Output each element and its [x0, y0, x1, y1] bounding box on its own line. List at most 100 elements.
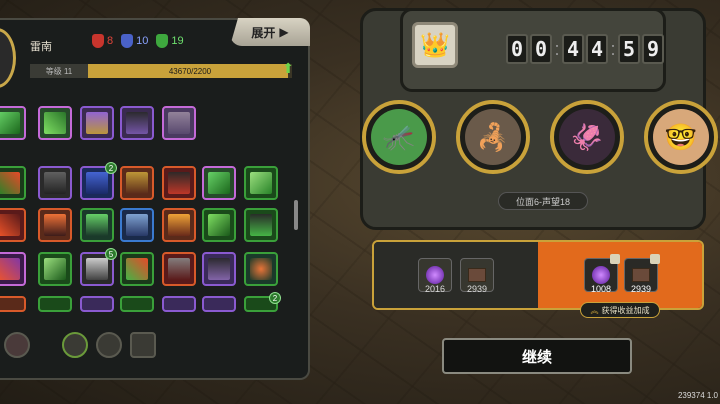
- skill-icon: [208, 214, 230, 236]
- bonus-label: 获得收益加成: [601, 305, 650, 315]
- skill-tile[interactable]: [80, 208, 114, 242]
- level-label: 等级 11: [30, 64, 88, 78]
- skill-tile[interactable]: [162, 208, 196, 242]
- skill-tile[interactable]: [120, 106, 154, 140]
- skill-icon: [44, 258, 66, 280]
- skill-tile[interactable]: [80, 296, 114, 312]
- skill-tile[interactable]: [0, 106, 26, 140]
- book-shape: [632, 268, 650, 282]
- skill-tile[interactable]: [162, 252, 196, 286]
- faction-counts: 8 10 19: [92, 34, 184, 48]
- skill-tile[interactable]: [0, 296, 26, 312]
- skill-icon: [126, 214, 148, 236]
- skill-tile[interactable]: [0, 208, 26, 242]
- champion-slot[interactable]: 🦂: [456, 100, 530, 174]
- skill-icon: [0, 112, 20, 134]
- skill-tile[interactable]: [244, 166, 278, 200]
- skill-icon: [168, 112, 190, 134]
- skill-tile[interactable]: [244, 208, 278, 242]
- skill-tile[interactable]: [202, 208, 236, 242]
- scroll-icon[interactable]: [130, 332, 156, 358]
- book-shape: [468, 268, 486, 282]
- mosquito-champion-icon: 🦟: [371, 109, 427, 165]
- skill-icon: [208, 172, 230, 194]
- skill-tile[interactable]: [38, 106, 72, 140]
- reward-value: 2016: [424, 284, 446, 294]
- version-label: 239374 1.0: [677, 391, 718, 400]
- item-icon[interactable]: [96, 332, 122, 358]
- skill-tile[interactable]: [38, 296, 72, 312]
- skill-tile[interactable]: [120, 252, 154, 286]
- skill-icon: [126, 172, 148, 194]
- item-icon[interactable]: [62, 332, 88, 358]
- countdown-timer: 0 0 : 4 4 : 5 9: [506, 34, 664, 64]
- skill-tile[interactable]: [202, 296, 236, 312]
- timer-digit: 9: [642, 34, 664, 64]
- red-count-value: 8: [107, 35, 114, 47]
- skill-icon: [86, 258, 108, 280]
- skill-tile[interactable]: [38, 208, 72, 242]
- timer-colon: :: [610, 38, 616, 59]
- skill-tile[interactable]: [38, 166, 72, 200]
- timer-digit: 4: [586, 34, 608, 64]
- timer-digit: 0: [506, 34, 528, 64]
- skill-icon: [86, 214, 108, 236]
- champion-slot[interactable]: 🦟: [362, 100, 436, 174]
- skill-icon: [44, 112, 66, 134]
- skill-tile[interactable]: 5: [80, 248, 117, 286]
- champion-slot[interactable]: 🤓: [644, 100, 718, 174]
- relic-icon[interactable]: [4, 332, 30, 358]
- reward-value: 2939: [466, 284, 488, 294]
- skill-icon: [250, 214, 272, 236]
- timer-digit: 0: [530, 34, 552, 64]
- position-label: 位面6-声望18: [498, 192, 588, 210]
- level-badge: 2: [105, 162, 117, 174]
- continue-button[interactable]: 继续: [442, 338, 632, 374]
- champion-slot[interactable]: 🦑: [550, 100, 624, 174]
- timer-digit: 5: [618, 34, 640, 64]
- hero-avatar[interactable]: [0, 28, 16, 88]
- bonus-pill[interactable]: ︽ 获得收益加成: [580, 302, 660, 318]
- skill-tile[interactable]: 2: [80, 162, 117, 200]
- timer-digit: 4: [562, 34, 584, 64]
- skill-tile[interactable]: 2: [244, 292, 281, 312]
- skill-tile[interactable]: [0, 252, 26, 286]
- armored-champion-icon: 🦂: [465, 109, 521, 165]
- blue-count-value: 10: [136, 35, 149, 47]
- skill-tile[interactable]: [38, 252, 72, 286]
- hero-name: 雷南: [30, 41, 52, 53]
- chevrons-up-icon: ︽: [590, 305, 599, 315]
- skill-tile[interactable]: [0, 166, 26, 200]
- skill-icon: [250, 172, 272, 194]
- level-badge: 2: [269, 292, 281, 304]
- skill-icon: [44, 172, 66, 194]
- reward-value: 1008: [590, 284, 612, 294]
- timer-colon: :: [554, 38, 560, 59]
- skill-tile[interactable]: [80, 106, 114, 140]
- skill-tile[interactable]: [202, 252, 236, 286]
- level-row: 等级 11 43670/2200: [30, 64, 292, 78]
- skill-icon: [250, 258, 272, 280]
- level-up-arrow-icon[interactable]: ⬆: [282, 60, 294, 77]
- base-rewards: [374, 242, 542, 308]
- red-count: 8: [92, 34, 113, 48]
- skill-tile[interactable]: [202, 166, 236, 200]
- red-mask-icon: [92, 34, 104, 48]
- skill-icon: [0, 172, 20, 194]
- skill-tile[interactable]: [120, 296, 154, 312]
- skill-tile[interactable]: [120, 166, 154, 200]
- skill-grid-scrollbar[interactable]: [294, 200, 298, 230]
- blue-count: 10: [121, 34, 148, 48]
- skill-tile[interactable]: [162, 106, 196, 140]
- skill-icon: [0, 214, 20, 236]
- skill-tile[interactable]: [162, 296, 196, 312]
- skill-tile[interactable]: [244, 252, 278, 286]
- orb-shape: [592, 266, 610, 284]
- nerd-champion-icon: 🤓: [653, 109, 709, 165]
- skill-tile[interactable]: [162, 166, 196, 200]
- crown-icon[interactable]: 👑: [412, 22, 458, 68]
- expand-button[interactable]: 展开 ▶: [230, 18, 310, 46]
- chevron-right-icon: ▶: [279, 25, 289, 39]
- skill-tile[interactable]: [120, 208, 154, 242]
- skill-icon: [86, 172, 108, 194]
